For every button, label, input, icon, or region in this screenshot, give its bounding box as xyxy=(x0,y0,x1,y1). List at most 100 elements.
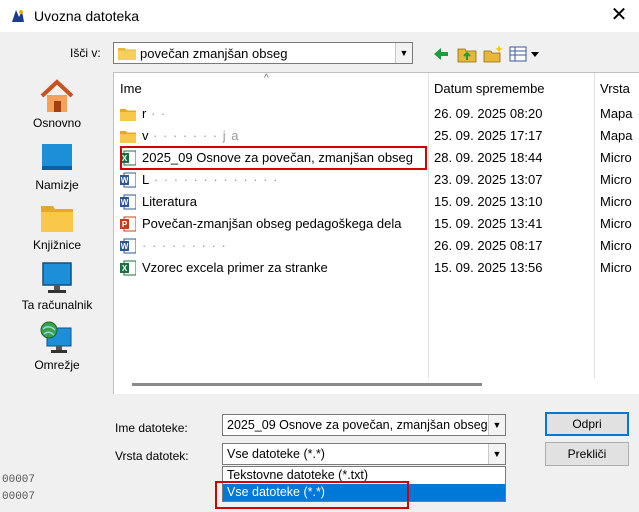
file-type: Micro xyxy=(600,172,632,187)
back-arrow-icon[interactable] xyxy=(430,43,452,65)
file-name-text: Vzorec excela primer za stranke xyxy=(142,260,328,275)
background-cell-text: 00007 xyxy=(2,491,36,503)
filetype-dropdown[interactable]: Vse datoteke (*.*) ▼ xyxy=(222,443,506,465)
file-name-text: Literatura xyxy=(142,194,197,209)
file-date: 15. 09. 2025 13:56 xyxy=(434,260,543,275)
horizontal-scrollbar[interactable] xyxy=(132,378,482,386)
file-type: Micro xyxy=(600,260,632,275)
open-button[interactable]: Odpri xyxy=(545,412,629,436)
filename-field[interactable]: 2025_09 Osnove za povečan, zmanjšan obse… xyxy=(222,414,506,436)
chevron-down-icon[interactable]: ▼ xyxy=(488,444,505,464)
file-date: 23. 09. 2025 13:07 xyxy=(434,172,543,187)
svg-text:W: W xyxy=(121,242,129,251)
close-button[interactable]: ✕ xyxy=(599,0,639,32)
file-row[interactable]: W · · · · · · · · · 26. 09. 2025 08:17 Mic… xyxy=(114,235,639,257)
place-desktop[interactable]: Namizje xyxy=(12,140,102,200)
window-title: Uvozna datoteka xyxy=(34,8,140,24)
place-libraries[interactable]: Knjižnice xyxy=(12,200,102,260)
file-date: 26. 09. 2025 08:20 xyxy=(434,106,543,121)
chevron-down-icon[interactable]: ▼ xyxy=(488,415,505,435)
file-row[interactable]: P Povečan-zmanjšan obseg pedagoškega dela… xyxy=(114,213,639,235)
app-icon xyxy=(12,10,24,22)
filename-label: Ime datoteke: xyxy=(115,421,188,435)
file-row[interactable]: W Literatura 15. 09. 2025 13:10 Micro xyxy=(114,191,639,213)
column-header-name[interactable]: Ime xyxy=(120,81,142,101)
file-name: Povečan-zmanjšan obseg pedagoškega dela xyxy=(142,216,401,231)
desktop-icon xyxy=(42,144,72,170)
file-date: 26. 09. 2025 08:17 xyxy=(434,238,543,253)
background-row: 00007 xyxy=(0,474,222,491)
file-type: Micro xyxy=(600,150,632,165)
place-label: Namizje xyxy=(35,178,79,192)
file-date: 25. 09. 2025 17:17 xyxy=(434,128,543,143)
file-name-text: Povečan-zmanjšan obseg pedagoškega dela xyxy=(142,216,402,231)
highlight-box xyxy=(215,481,409,509)
folder-icon xyxy=(120,109,136,121)
file-date: 28. 09. 2025 18:44 xyxy=(434,150,543,165)
highlight-box xyxy=(120,146,427,170)
up-folder-icon[interactable] xyxy=(456,43,478,65)
sort-ascending-icon: ^ xyxy=(264,73,269,84)
background-row: 00007 xyxy=(0,491,222,508)
file-name: Literatura xyxy=(142,194,197,209)
word-icon: W xyxy=(120,238,136,254)
file-row[interactable]: W L · · · · · · · · · · · · · 23. 09. 2025… xyxy=(114,169,639,191)
place-network[interactable]: Omrežje xyxy=(12,320,102,380)
file-date: 15. 09. 2025 13:10 xyxy=(434,194,543,209)
file-type: Micro xyxy=(600,238,632,253)
file-name: Vzorec excela primer za stranke xyxy=(142,260,328,275)
column-header-type[interactable]: Vrsta xyxy=(600,81,630,101)
new-folder-icon[interactable] xyxy=(482,43,504,65)
file-type: Micro xyxy=(600,216,632,231)
file-name-masked: · · · · · · · · · · · · · xyxy=(149,172,279,187)
filetype-value: Vse datoteke (*.*) xyxy=(227,447,325,461)
libraries-icon xyxy=(41,206,73,232)
svg-text:P: P xyxy=(122,220,128,229)
file-name-masked: · · · · · · · j a xyxy=(148,128,240,143)
filetype-label: Vrsta datotek: xyxy=(115,449,189,463)
background-cell-text: 00007 xyxy=(2,474,36,486)
file-row[interactable]: v · · · · · · · j a 25. 09. 2025 17:17 Map… xyxy=(114,125,639,147)
file-name: r · · xyxy=(142,106,166,121)
file-row[interactable]: X Vzorec excela primer za stranke 15. 09. … xyxy=(114,257,639,279)
lookin-label: Išči v: xyxy=(70,46,101,60)
svg-text:X: X xyxy=(122,264,128,273)
place-label: Osnovno xyxy=(32,116,82,130)
word-icon: W xyxy=(120,172,136,188)
file-name: v · · · · · · · j a xyxy=(142,128,239,143)
network-icon xyxy=(40,321,72,353)
cancel-button[interactable]: Prekliči xyxy=(545,442,629,466)
file-type: Mapa xyxy=(600,106,633,121)
powerpoint-icon: P xyxy=(120,216,136,232)
places-bar: Osnovno Namizje Knjižnice Ta računalnik xyxy=(12,70,102,390)
file-name: L · · · · · · · · · · · · · xyxy=(142,172,278,187)
home-icon xyxy=(40,79,74,112)
place-home[interactable]: Osnovno xyxy=(12,78,102,138)
svg-text:W: W xyxy=(121,198,129,207)
file-list[interactable]: ^ Ime Datum spremembe Vrsta r · · 26. 09.… xyxy=(113,72,639,394)
lookin-dropdown[interactable]: povečan zmanjšan obseg ▼ xyxy=(113,42,413,64)
computer-icon xyxy=(42,262,72,293)
column-header-date[interactable]: Datum spremembe xyxy=(434,81,545,101)
svg-text:W: W xyxy=(121,176,129,185)
place-label: Knjižnice xyxy=(32,238,82,252)
chevron-down-icon[interactable]: ▼ xyxy=(395,43,412,63)
place-label: Ta računalnik xyxy=(21,298,93,312)
file-type: Mapa xyxy=(600,128,633,143)
file-name-masked: · · xyxy=(146,106,167,121)
file-date: 15. 09. 2025 13:41 xyxy=(434,216,543,231)
excel-icon: X xyxy=(120,260,136,276)
lookin-value: povečan zmanjšan obseg xyxy=(140,46,288,61)
file-name-masked: · · · · · · · · · xyxy=(142,238,227,253)
view-menu-icon[interactable] xyxy=(508,43,542,65)
title-bar: Uvozna datoteka ✕ xyxy=(0,0,639,32)
file-type: Micro xyxy=(600,194,632,209)
file-name: · · · · · · · · · xyxy=(142,238,227,253)
file-row[interactable]: r · · 26. 09. 2025 08:20 Mapa xyxy=(114,103,639,125)
place-label: Omrežje xyxy=(34,358,80,372)
filename-value: 2025_09 Osnove za povečan, zmanjšan obse… xyxy=(227,418,488,432)
folder-icon xyxy=(120,131,136,143)
folder-icon xyxy=(118,48,136,60)
word-icon: W xyxy=(120,194,136,210)
place-computer[interactable]: Ta računalnik xyxy=(12,260,102,320)
